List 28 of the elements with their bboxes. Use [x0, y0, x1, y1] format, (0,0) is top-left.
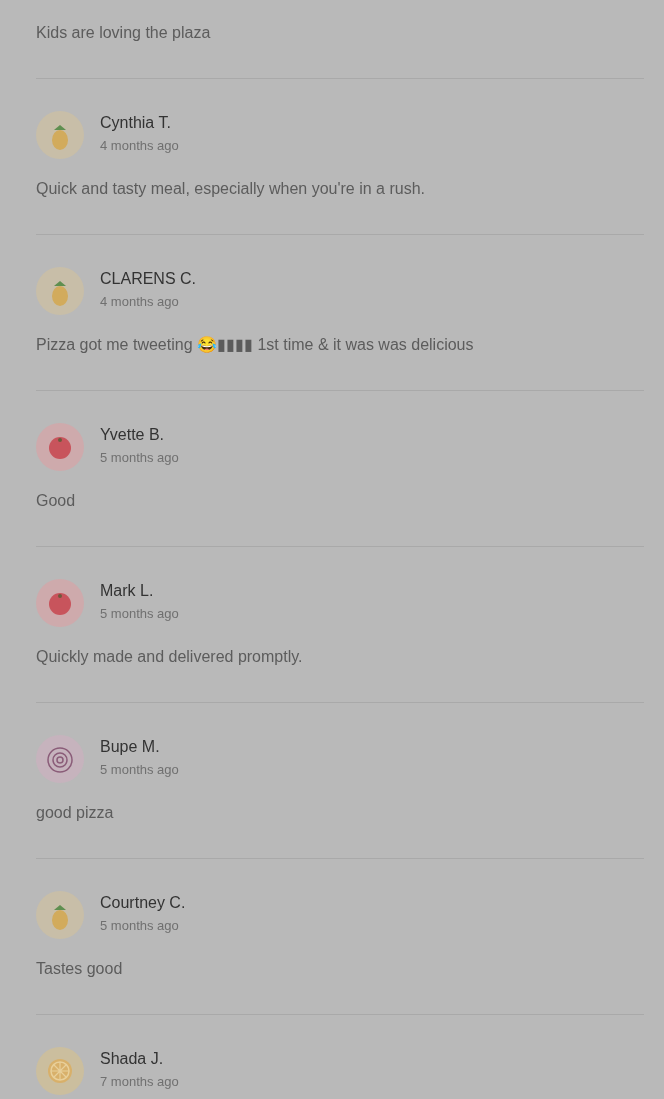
review-text: Quick and tasty meal, especially when you're in a rush. [36, 179, 427, 199]
review-text: Pizza got me tweeting 😂▮▮▮▮ 1st time & it was was delicious [36, 335, 475, 355]
review-text: Good [36, 491, 77, 511]
citrus-slice-icon [36, 1047, 84, 1095]
reviewer-name: Bupe M. [100, 737, 161, 757]
review-text: good pizza [36, 803, 115, 823]
review-date: 7 months ago [100, 1073, 179, 1091]
onion-icon [36, 735, 84, 783]
review-date: 4 months ago [100, 293, 180, 311]
reviewer-name: Mark L. [100, 581, 155, 601]
review-text: Quickly made and delivered promptly. [36, 647, 304, 667]
reviewer-name: Courtney C. [100, 893, 186, 913]
pineapple-icon [36, 891, 84, 939]
reviewer-name: CLARENS C. [100, 269, 197, 289]
review-date: 5 months ago [100, 761, 179, 779]
reviewer-name: Shada J. [100, 1049, 165, 1069]
review-text: Kids are loving the plaza [36, 23, 212, 43]
review-date: 4 months ago [100, 137, 179, 155]
pineapple-icon [36, 267, 84, 315]
review-date: 5 months ago [100, 605, 179, 623]
reviewer-name: Yvette B. [100, 425, 166, 445]
reviewer-name: Cynthia T. [100, 113, 172, 133]
review-text: Tastes good [36, 959, 124, 979]
review-date: 5 months ago [100, 449, 179, 467]
tomato-icon [36, 579, 84, 627]
pineapple-icon [36, 111, 84, 159]
review-date: 5 months ago [100, 917, 180, 935]
tomato-icon [36, 423, 84, 471]
